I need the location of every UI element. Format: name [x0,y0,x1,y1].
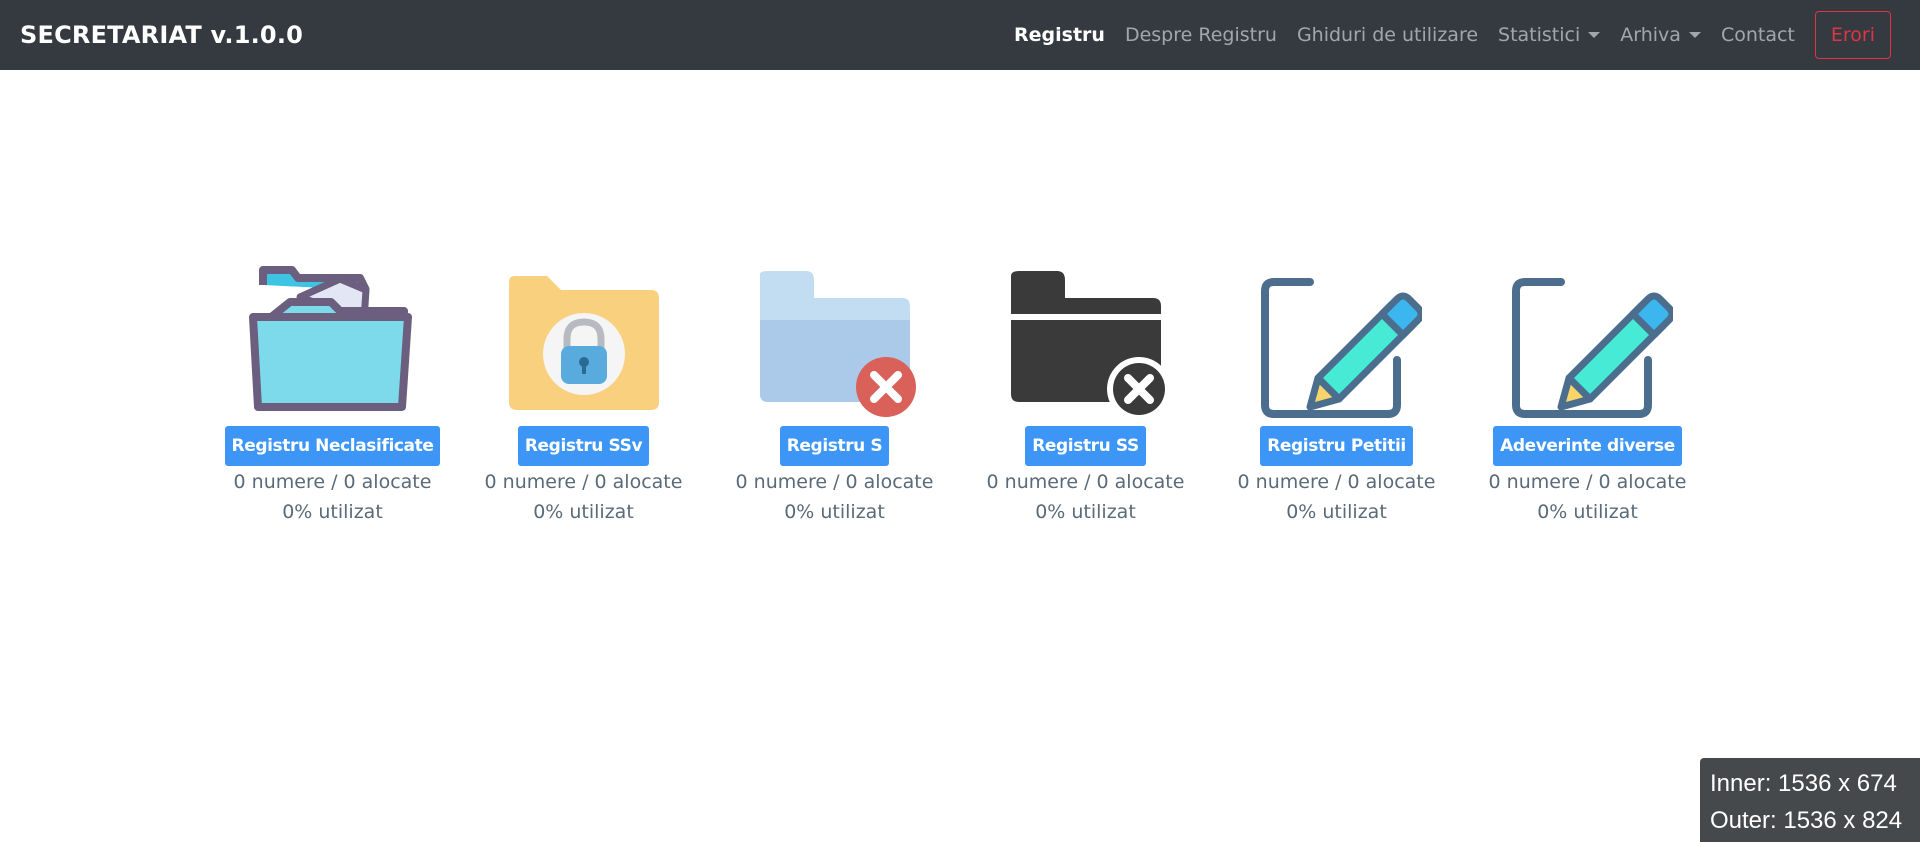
edit-pencil-icon[interactable] [1252,262,1422,422]
caret-down-icon [1588,32,1601,38]
nav-link-label: Registru [1014,24,1105,46]
register-button[interactable]: Registru SS [1025,426,1146,466]
nav-link-registru[interactable]: Registru [1004,0,1115,70]
register-usage: 0% utilizat [784,501,885,523]
register-usage: 0% utilizat [533,501,634,523]
nav-link-ghiduri[interactable]: Ghiduri de utilizare [1287,0,1488,70]
register-button[interactable]: Registru Neclasificate [224,426,441,466]
register-card-adeverinte: Adeverinte diverse 0 numere / 0 alocate … [1462,262,1713,527]
nav-link-despre-registru[interactable]: Despre Registru [1115,0,1287,70]
brand-title[interactable]: SECRETARIAT v.1.0.0 [20,0,303,70]
register-button[interactable]: Registru Petitii [1260,426,1413,466]
register-counts: 0 numere / 0 alocate [1488,471,1687,493]
register-usage: 0% utilizat [1286,501,1387,523]
window-size-overlay: Inner: 1536 x 674 Outer: 1536 x 824 [1700,758,1920,842]
folder-delete-icon[interactable] [750,262,920,422]
nav-link-label: Statistici [1498,24,1581,46]
locked-folder-icon[interactable] [499,262,669,422]
register-button[interactable]: Adeverinte diverse [1493,426,1682,466]
register-counts: 0 numere / 0 alocate [735,471,934,493]
open-folder-icon[interactable] [248,262,418,422]
nav-links: Registru Despre Registru Ghiduri de util… [1004,0,1891,70]
dark-folder-delete-icon[interactable] [1001,262,1171,422]
edit-pencil-icon[interactable] [1503,262,1673,422]
register-card-petitii: Registru Petitii 0 numere / 0 alocate 0%… [1211,262,1462,527]
register-card-ssv: Registru SSv 0 numere / 0 alocate 0% uti… [458,262,709,527]
register-counts: 0 numere / 0 alocate [986,471,1185,493]
inner-size-text: Inner: 1536 x 674 [1710,770,1897,797]
register-counts: 0 numere / 0 alocate [233,471,432,493]
nav-link-label: Contact [1720,24,1795,46]
register-card-neclasificate: Registru Neclasificate 0 numere / 0 aloc… [207,262,458,527]
outer-size-text: Outer: 1536 x 824 [1710,807,1903,834]
register-usage: 0% utilizat [282,501,383,523]
top-navbar: SECRETARIAT v.1.0.0 Registru Despre Regi… [0,0,1920,70]
register-counts: 0 numere / 0 alocate [1237,471,1436,493]
nav-link-contact[interactable]: Contact [1711,0,1805,70]
nav-link-label: Despre Registru [1124,24,1277,46]
nav-link-label: Arhiva [1620,24,1681,46]
register-usage: 0% utilizat [1035,501,1136,523]
errors-button[interactable]: Erori [1814,11,1891,59]
register-counts: 0 numere / 0 alocate [484,471,683,493]
register-card-ss: Registru SS 0 numere / 0 alocate 0% util… [960,262,1211,527]
register-usage: 0% utilizat [1537,501,1638,523]
register-button[interactable]: Registru S [779,426,890,466]
register-card-s: Registru S 0 numere / 0 alocate 0% utili… [709,262,960,527]
register-button[interactable]: Registru SSv [517,426,650,466]
caret-down-icon [1688,32,1701,38]
nav-dropdown-statistici[interactable]: Statistici [1488,0,1610,70]
nav-dropdown-arhiva[interactable]: Arhiva [1610,0,1711,70]
nav-link-label: Ghiduri de utilizare [1296,24,1479,46]
